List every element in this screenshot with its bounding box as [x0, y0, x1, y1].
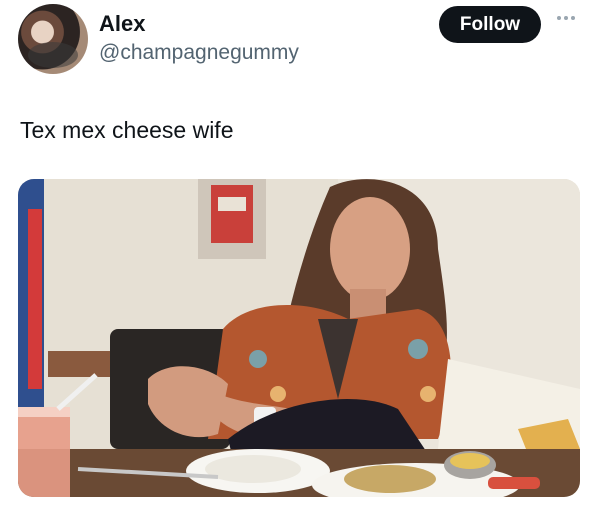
user-handle[interactable]: @champagnegummy — [99, 41, 299, 65]
display-name[interactable]: Alex — [99, 11, 145, 37]
dot — [557, 16, 561, 20]
photo-image — [18, 179, 580, 497]
more-dots-icon[interactable] — [557, 16, 577, 22]
tweet-text: Tex mex cheese wife — [20, 117, 234, 143]
avatar-shade — [28, 42, 78, 68]
dot — [564, 16, 568, 20]
avatar[interactable] — [18, 4, 88, 74]
follow-button[interactable]: Follow — [439, 6, 541, 43]
tweet-photo[interactable] — [18, 179, 580, 497]
dot — [571, 16, 575, 20]
